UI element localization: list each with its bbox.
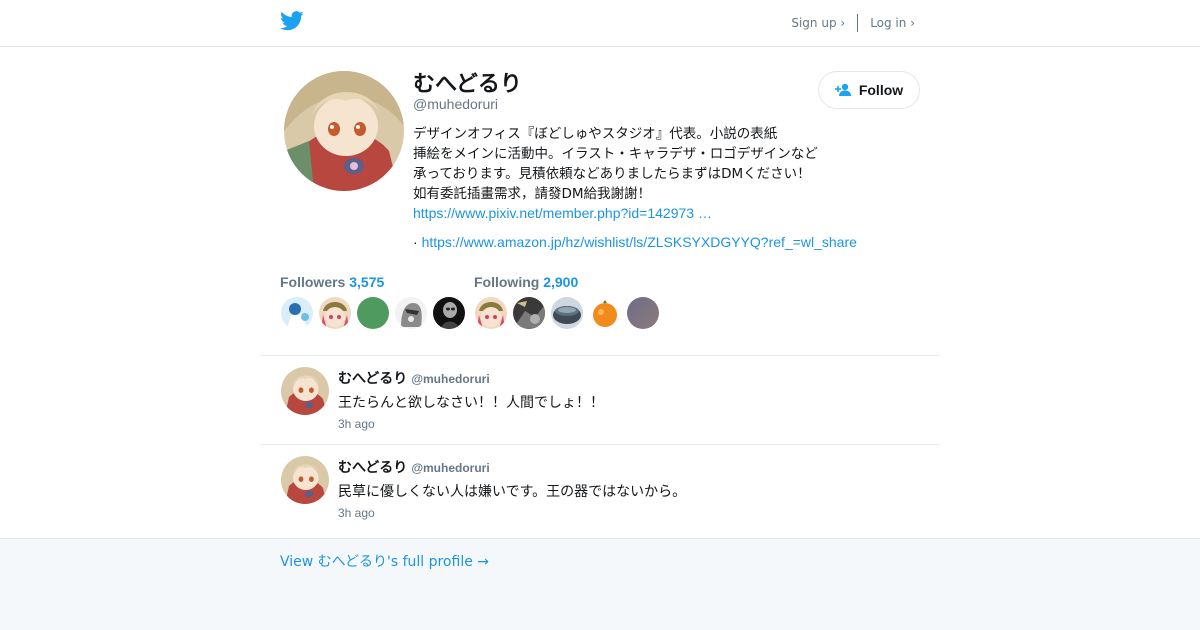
bio-line: デザインオフィス『ぼどしゅやスタジオ』代表。小説の表紙 [413,126,778,142]
follow-button-label: Follow [858,82,904,98]
full-profile-link[interactable]: View むへどるり's full profile → [280,551,489,571]
profile-name: むへどるり [413,72,522,97]
tweet-avatar[interactable] [281,367,329,415]
tweet-author-handle: @muhedoruri [411,461,490,475]
add-user-icon [834,83,851,96]
following-label: Following [474,274,540,290]
following-avatar[interactable] [589,297,621,329]
twitter-bird-icon[interactable] [280,11,304,31]
profile-bio: デザインオフィス『ぼどしゅやスタジオ』代表。小説の表紙 挿絵をメインに活動中。イ… [413,124,873,204]
login-link[interactable]: Log in › [870,16,915,30]
top-bar: Sign up › Log in › [0,0,1200,47]
following-avatar[interactable] [551,297,583,329]
tweet-author-name: むへどるり [338,460,408,476]
followers-stat[interactable]: Followers 3,575 [280,274,384,290]
tweet-time[interactable]: 3h ago [338,417,375,431]
follower-avatar[interactable] [319,297,351,329]
follower-avatar[interactable] [281,297,313,329]
follow-button[interactable]: Follow [818,71,920,109]
tweet-time[interactable]: 3h ago [338,506,375,520]
follower-avatar[interactable] [357,297,389,329]
footer: View むへどるり's full profile → [0,538,1200,630]
link-prefix: · [413,234,418,250]
follower-avatar[interactable] [433,297,465,329]
tweet-author-handle: @muhedoruri [411,372,490,386]
tweet-divider [260,444,940,445]
followers-count: 3,575 [349,274,385,290]
followers-label: Followers [280,274,346,290]
tweet-text: 王たらんと欲しなさい！！人間でしょ！！ [338,395,604,411]
top-nav: Sign up › Log in › [791,14,915,32]
tweet-author[interactable]: むへどるり @muhedoruri [338,368,490,388]
following-avatar[interactable] [627,297,659,329]
following-stat[interactable]: Following 2,900 [474,274,578,290]
following-count: 2,900 [543,274,579,290]
tweet-author[interactable]: むへどるり @muhedoruri [338,457,490,477]
follower-avatar[interactable] [395,297,427,329]
bio-line: 如有委託插畫需求，請發DM給我謝謝！ [413,186,652,202]
tweet-author-name: むへどるり [338,371,408,387]
pixiv-link[interactable]: https://www.pixiv.net/member.php?id=1429… [413,205,712,221]
tweet-text: 民草に優しくない人は嫌いです。王の器ではないから。 [338,484,687,500]
tweet-avatar[interactable] [281,456,329,504]
signup-link[interactable]: Sign up › [791,16,845,30]
wishlist-line: · https://www.amazon.jp/hz/wishlist/ls/Z… [413,234,857,250]
bio-line: 承っております。見積依頼などありましたらまずはDMください！ [413,166,811,182]
bio-line: 挿絵をメインに活動中。イラスト・キャラデザ・ロゴデザインなど [413,146,818,162]
tweet-divider [260,355,940,356]
following-avatar[interactable] [513,297,545,329]
wishlist-link[interactable]: https://www.amazon.jp/hz/wishlist/ls/ZLS… [422,234,857,250]
nav-divider [857,14,859,32]
following-avatar[interactable] [475,297,507,329]
profile-avatar[interactable] [284,71,404,191]
profile-handle: @muhedoruri [413,96,499,112]
